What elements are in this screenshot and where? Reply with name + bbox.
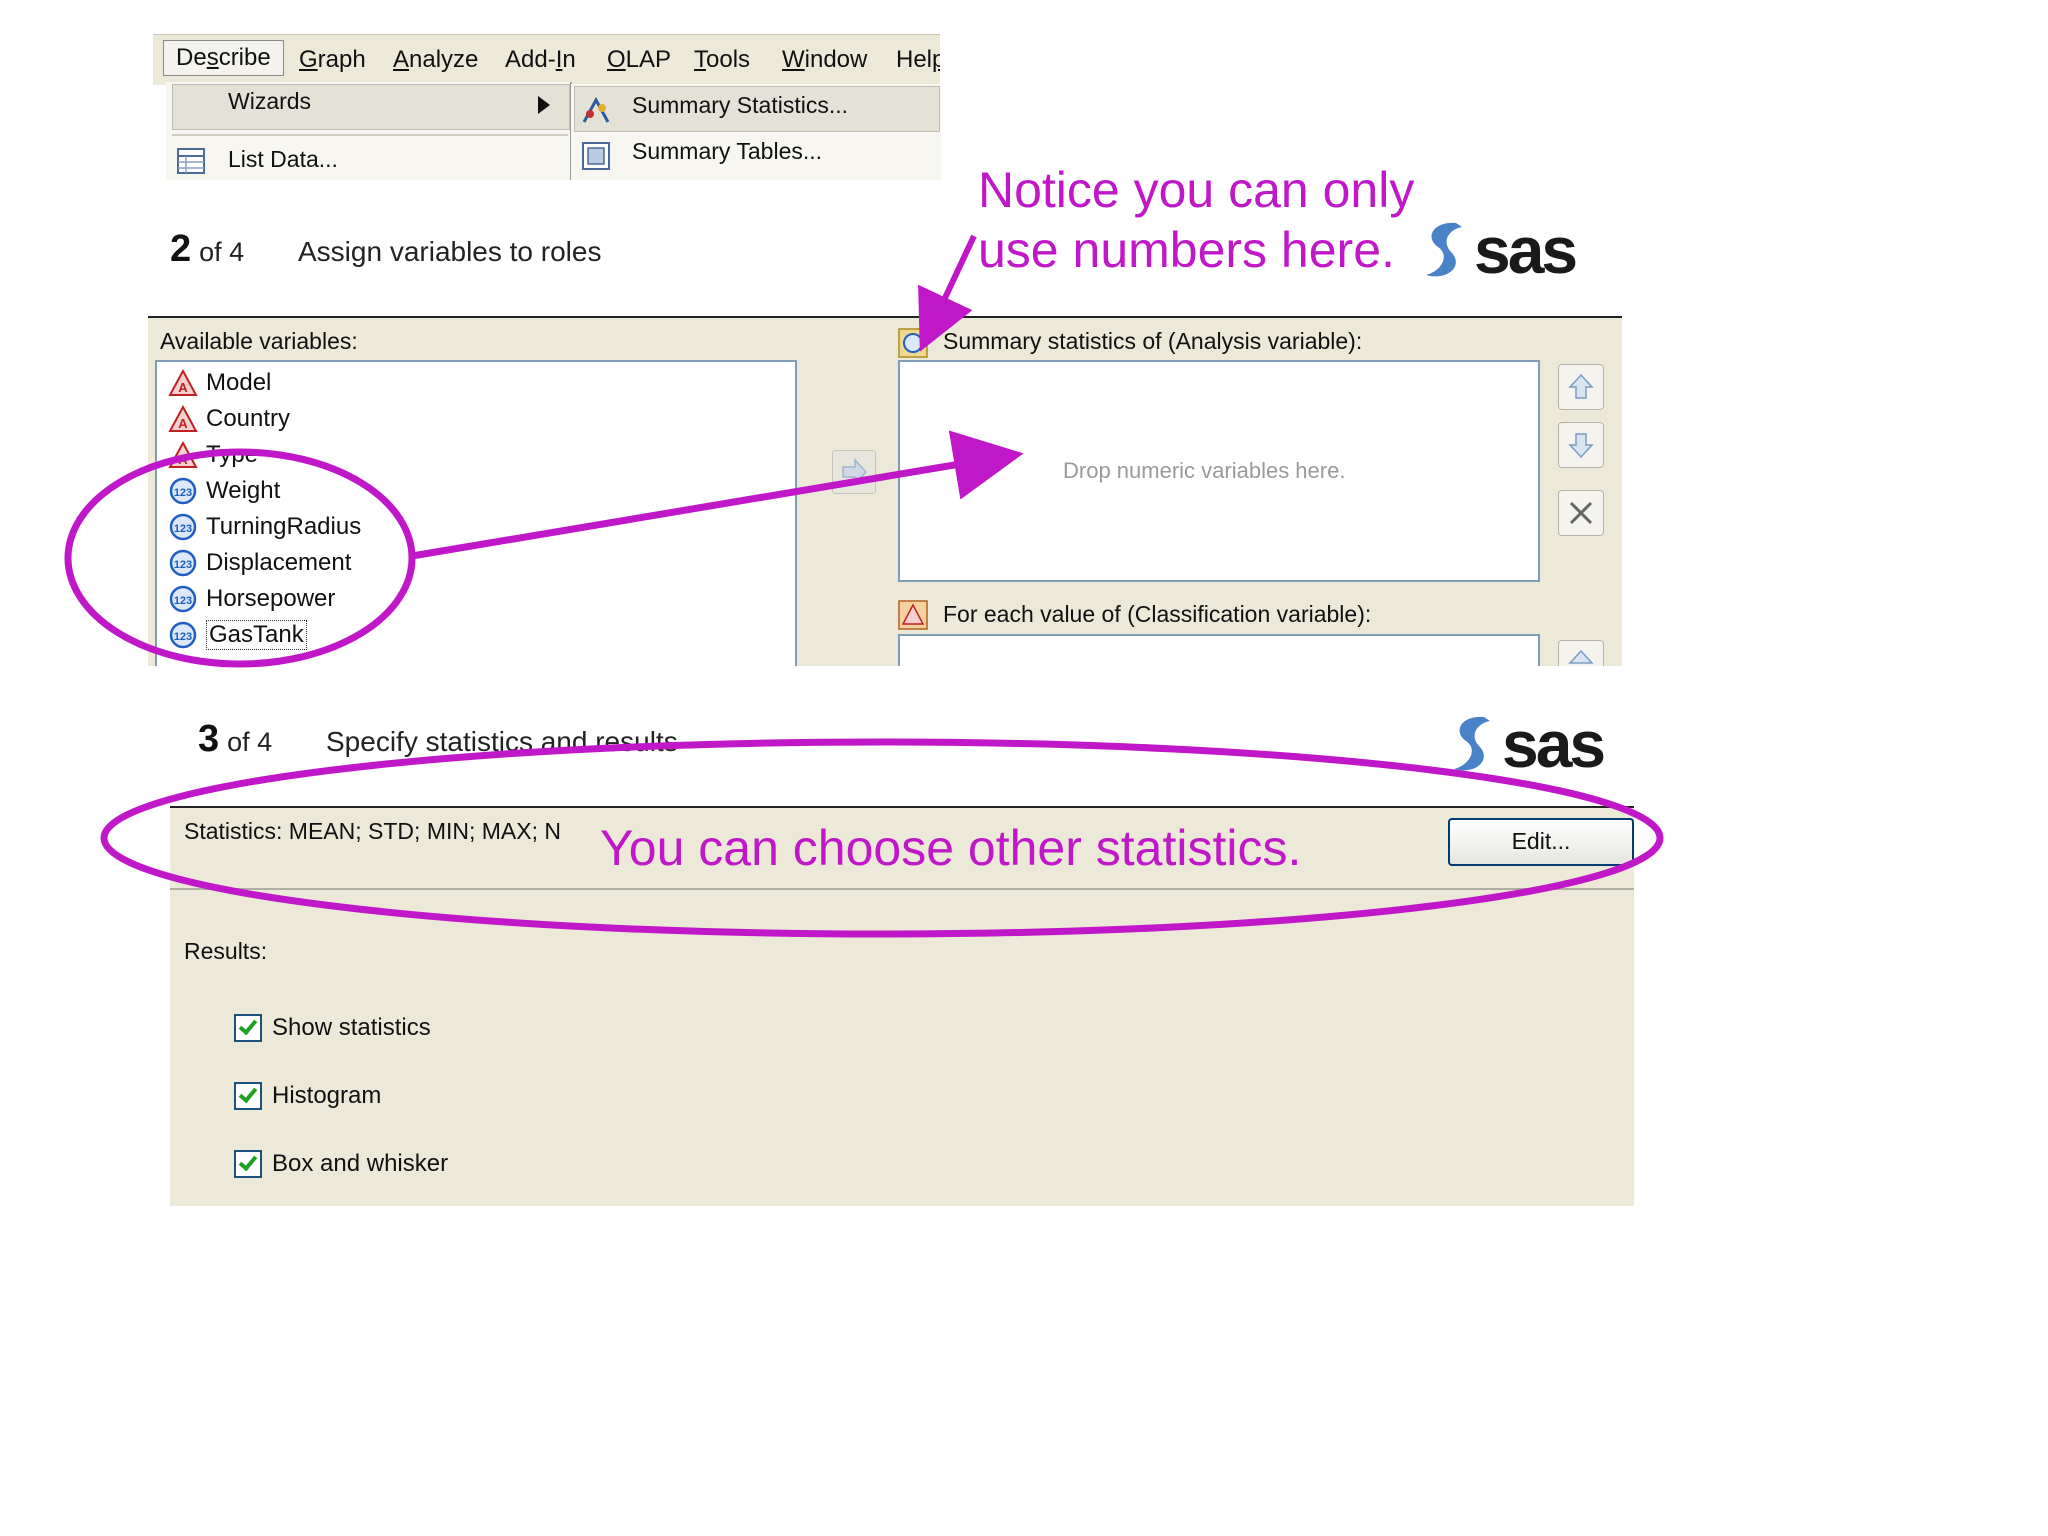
numeric-variables-ellipse (64, 448, 416, 668)
notice-annotation-line2: use numbers here. (978, 222, 1395, 278)
notice-arrow (918, 234, 977, 352)
choose-statistics-annotation: You can choose other statistics. (600, 820, 1302, 876)
notice-annotation-line1: Notice you can only (978, 162, 1415, 218)
drag-arrow (411, 430, 1024, 560)
